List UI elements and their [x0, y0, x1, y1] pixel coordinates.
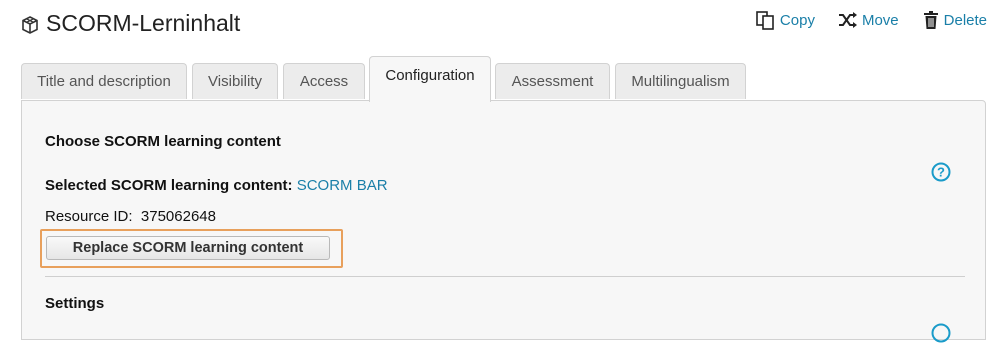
resource-id-value: 375062648: [140, 208, 216, 225]
tab-assessment[interactable]: Assessment: [495, 63, 610, 99]
settings-heading: Settings: [45, 295, 105, 312]
trash-icon: [923, 11, 938, 29]
move-label: Move: [861, 11, 899, 29]
tab-bar: Title and description Visibility Access …: [21, 56, 991, 102]
tab-configuration[interactable]: Configuration: [369, 56, 491, 102]
page-header: SCORM-Lerninhalt: [20, 10, 240, 37]
copy-button[interactable]: Copy: [755, 10, 815, 30]
action-bar: Copy Move Delete: [733, 10, 987, 30]
configuration-panel: Choose SCORM learning content ? Selected…: [21, 100, 986, 343]
page-title: SCORM-Lerninhalt: [46, 10, 241, 36]
replace-content-button[interactable]: Replace SCORM learning content: [46, 236, 330, 260]
selected-content-label: Selected SCORM learning content:: [45, 177, 293, 194]
shuffle-icon: [838, 12, 857, 28]
tab-multilingualism[interactable]: Multilingualism: [615, 63, 746, 99]
tab-visibility[interactable]: Visibility: [192, 63, 278, 99]
help-icon[interactable]: ?: [931, 162, 951, 182]
tab-title-and-description[interactable]: Title and description: [21, 63, 187, 99]
selected-content-row: Selected SCORM learning content: SCORM B…: [45, 177, 388, 194]
copy-label: Copy: [779, 11, 815, 29]
delete-button[interactable]: Delete: [921, 10, 987, 30]
help-icon[interactable]: [931, 323, 951, 343]
section-divider: [45, 276, 965, 277]
tab-access[interactable]: Access: [283, 63, 365, 99]
resource-id-row: Resource ID: 375062648: [45, 208, 216, 225]
resource-id-label: Resource ID:: [45, 208, 133, 225]
move-button[interactable]: Move: [837, 10, 899, 30]
copy-icon: [756, 11, 774, 30]
cube-icon: [22, 16, 38, 34]
delete-label: Delete: [943, 11, 987, 29]
choose-content-heading: Choose SCORM learning content: [45, 133, 281, 150]
selected-content-link[interactable]: SCORM BAR: [297, 177, 388, 194]
svg-text:?: ?: [937, 165, 945, 180]
